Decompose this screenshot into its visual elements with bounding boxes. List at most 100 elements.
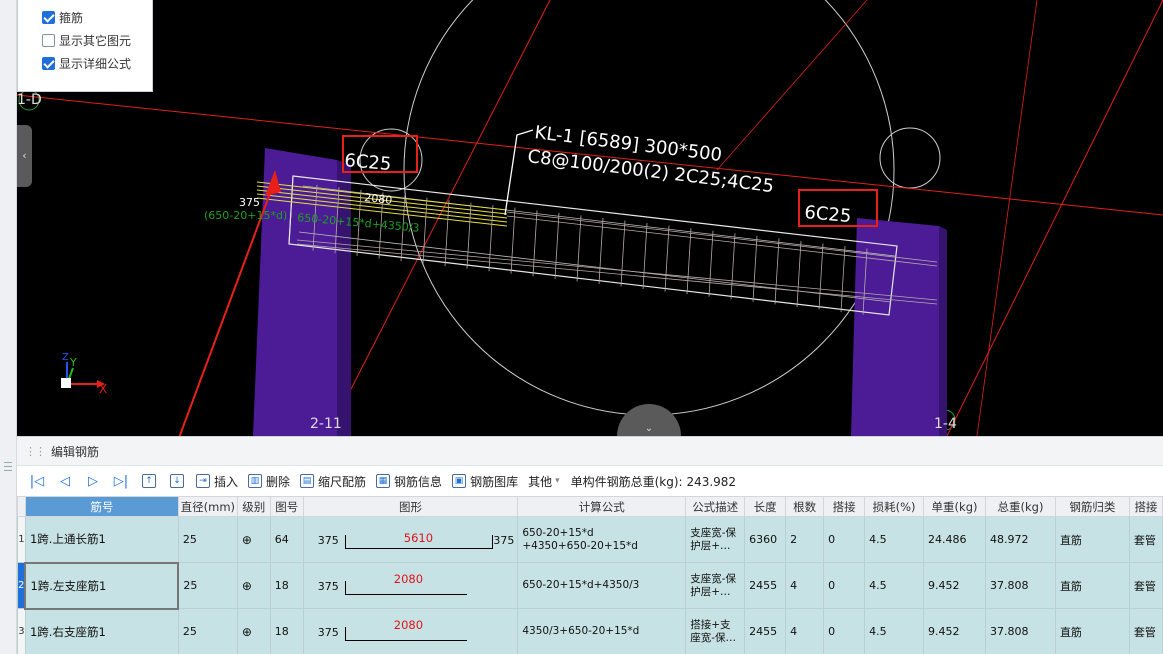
cell-figure-no[interactable]: 64 [269, 516, 304, 563]
3d-viewport[interactable]: ⌄ KL-1 [6589] 300*500 C8@100/200(2) 2C25… [17, 0, 1163, 436]
header-rownum [17, 496, 26, 517]
checkbox-stirrup[interactable] [42, 11, 55, 24]
header-loss[interactable]: 损耗(%) [864, 496, 925, 517]
cell-loss[interactable]: 4.5 [864, 608, 925, 654]
cell-grade[interactable]: ⊕ [236, 562, 271, 609]
chevron-down-icon[interactable]: ⌄ [645, 423, 653, 434]
cell-total-weight[interactable]: 48.972 [985, 516, 1056, 563]
cell-loss[interactable]: 4.5 [864, 516, 925, 563]
insert-icon: ⇥ [196, 474, 210, 488]
header-formula-desc[interactable]: 公式描述 [685, 496, 746, 517]
axis-x-label: X [99, 382, 107, 396]
rebar-info-button[interactable]: ▦ 钢筋信息 [371, 470, 447, 492]
cell-diameter[interactable]: 25 [177, 562, 238, 609]
header-diameter[interactable]: 直径(mm) [177, 496, 238, 517]
chevron-left-icon[interactable]: ‹ [22, 149, 26, 162]
insert-button[interactable]: ⇥ 插入 [191, 470, 243, 492]
cell-formula[interactable]: 4350/3+650-20+15*d [517, 608, 687, 654]
table-row[interactable]: 1 1跨.上通长筋1 25 ⊕ 64 375 5610 375 650-20+15*d +435… [17, 516, 1163, 563]
cell-count[interactable]: 4 [785, 562, 825, 609]
header-length[interactable]: 长度 [744, 496, 787, 517]
cell-unit-weight[interactable]: 9.452 [923, 608, 986, 654]
cell-count[interactable]: 2 [785, 516, 825, 563]
cell-figure-no[interactable]: 18 [269, 608, 304, 654]
next-record-button[interactable]: ▷ [79, 470, 107, 492]
cell-length[interactable]: 2455 [744, 562, 787, 609]
cell-total-weight[interactable]: 37.808 [985, 562, 1056, 609]
cell-diameter[interactable]: 25 [177, 516, 238, 563]
header-shape[interactable]: 图形 [302, 496, 519, 517]
delete-button[interactable]: ▥ 删除 [243, 470, 295, 492]
header-bar-no[interactable]: 筋号 [24, 496, 179, 517]
row-number[interactable]: 2 [17, 562, 26, 609]
rebar-library-button[interactable]: ▣ 钢筋图库 [447, 470, 523, 492]
prev-record-button[interactable]: ◁ [51, 470, 79, 492]
cell-grade[interactable]: ⊕ [236, 608, 271, 654]
cell-figure-no[interactable]: 18 [269, 562, 304, 609]
cell-loss[interactable]: 4.5 [864, 562, 925, 609]
cell-lap-type[interactable]: 套管 [1128, 516, 1163, 563]
cell-shape[interactable]: 375 2080 [302, 608, 519, 654]
cell-formula-desc[interactable]: 搭接+支座宽-保… [685, 608, 746, 654]
header-lap[interactable]: 搭接 [823, 496, 866, 517]
trash-icon: ▥ [248, 474, 263, 488]
option-stirrup[interactable]: 箍筋 [42, 6, 152, 29]
cell-shape[interactable]: 375 2080 [302, 562, 519, 609]
option-show-formula[interactable]: 显示详细公式 [42, 52, 152, 75]
header-formula[interactable]: 计算公式 [517, 496, 687, 517]
header-unit-weight[interactable]: 单重(kg) [923, 496, 986, 517]
cell-lap[interactable]: 0 [823, 608, 866, 654]
shape-mid-dim: 2080 [393, 617, 424, 632]
stirrup [642, 223, 648, 290]
cell-bar-name[interactable]: 1跨.上通长筋1 [24, 516, 179, 563]
cell-lap-type[interactable]: 套管 [1128, 608, 1163, 654]
checkbox-show-formula[interactable] [42, 57, 55, 70]
dim-2080: 2080 [364, 191, 393, 207]
row-number[interactable]: 3 [17, 608, 26, 654]
cell-formula[interactable]: 650-20+15*d+4350/3 [517, 562, 687, 609]
drag-grip-icon[interactable]: ⋮⋮ [25, 445, 46, 458]
cell-shape[interactable]: 375 5610 375 [302, 516, 519, 563]
move-up-button[interactable]: ↑ [135, 470, 163, 492]
cell-lap-type[interactable]: 套管 [1128, 562, 1163, 609]
option-show-other[interactable]: 显示其它图元 [42, 29, 152, 52]
table-row[interactable]: 3 1跨.右支座筋1 25 ⊕ 18 375 2080 4350/3+650-20+15*d 搭… [17, 608, 1163, 654]
cell-grade[interactable]: ⊕ [236, 516, 271, 563]
cell-category[interactable]: 直筋 [1054, 516, 1130, 563]
cell-formula-desc[interactable]: 支座宽-保护层+… [685, 516, 746, 563]
last-record-button[interactable]: ▷| [107, 470, 135, 492]
header-category[interactable]: 钢筋归类 [1054, 496, 1130, 517]
first-record-button[interactable]: |◁ [23, 470, 51, 492]
cell-count[interactable]: 4 [785, 608, 825, 654]
other-menu-button[interactable]: 其他 ▾ [523, 470, 565, 492]
move-down-button[interactable]: ↓ [163, 470, 191, 492]
cell-length[interactable]: 2455 [744, 608, 787, 654]
scale-rebar-button[interactable]: ▤ 缩尺配筋 [295, 470, 371, 492]
cell-lap[interactable]: 0 [823, 562, 866, 609]
scene-canvas[interactable]: ⌄ KL-1 [6589] 300*500 C8@100/200(2) 2C25… [17, 0, 1163, 436]
cell-unit-weight[interactable]: 9.452 [923, 562, 986, 609]
cell-formula-desc[interactable]: 支座宽-保护层+… [685, 562, 746, 609]
cell-total-weight[interactable]: 37.808 [985, 608, 1056, 654]
cell-diameter[interactable]: 25 [177, 608, 238, 654]
header-figure-no[interactable]: 图号 [269, 496, 304, 517]
cell-bar-name[interactable]: 1跨.右支座筋1 [24, 608, 179, 654]
cell-lap[interactable]: 0 [823, 516, 866, 563]
header-total-weight[interactable]: 总重(kg) [985, 496, 1056, 517]
header-grade[interactable]: 级别 [236, 496, 271, 517]
cell-length[interactable]: 6360 [744, 516, 787, 563]
cell-bar-name[interactable]: 1跨.左支座筋1 [24, 561, 180, 610]
cell-formula[interactable]: 650-20+15*d +4350+650-20+15*d [517, 516, 687, 563]
checkbox-show-other[interactable] [42, 34, 55, 47]
side-collapse-handle[interactable]: ‹ [17, 125, 32, 187]
editor-title-bar[interactable]: ⋮⋮ 编辑钢筋 [17, 436, 1163, 466]
shape-drawing: 375 2080 [304, 610, 517, 654]
cell-category[interactable]: 直筋 [1054, 562, 1130, 609]
cell-category[interactable]: 直筋 [1054, 608, 1130, 654]
header-count[interactable]: 根数 [785, 496, 825, 517]
row-number[interactable]: 1 [17, 516, 26, 563]
header-lap-type[interactable]: 搭接 [1128, 496, 1163, 517]
shape-left-dim: 375 [317, 625, 339, 639]
cell-unit-weight[interactable]: 24.486 [923, 516, 986, 563]
table-row[interactable]: 2 1跨.左支座筋1 25 ⊕ 18 375 2080 650-20+15*d+4350/3 支… [17, 561, 1163, 610]
